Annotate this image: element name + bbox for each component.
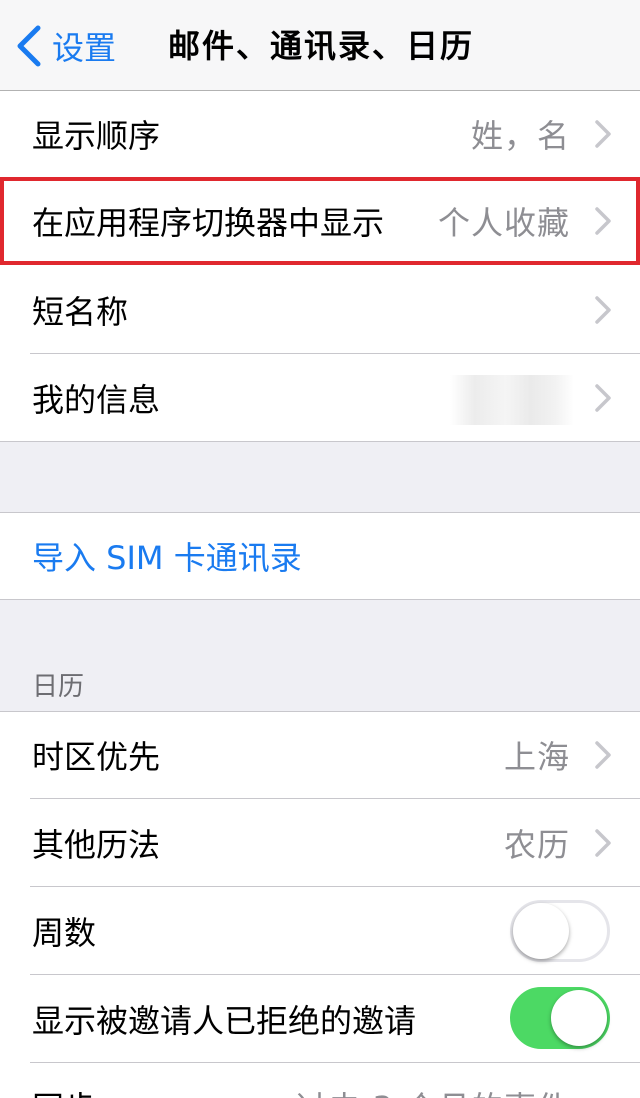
alternate-calendar-row[interactable]: 其他历法 农历	[0, 799, 640, 886]
alternate-calendar-value: 农历	[503, 825, 570, 864]
import-sim-contacts-label: 导入 SIM 卡通讯录	[32, 539, 302, 577]
alternate-calendar-label: 其他历法	[32, 825, 161, 864]
week-numbers-toggle[interactable]	[510, 900, 610, 962]
sync-value: 过去 3 个月的事件	[295, 1083, 570, 1098]
show-declined-invitees-toggle[interactable]	[510, 987, 610, 1049]
divider	[0, 599, 640, 600]
sync-label: 同步	[32, 1083, 96, 1098]
week-numbers-row: 周数	[0, 887, 640, 974]
navigation-bar: 设置 邮件、通讯录、日历	[0, 0, 640, 91]
short-name-label: 短名称	[32, 292, 129, 331]
week-numbers-label: 周数	[32, 913, 97, 952]
show-declined-invitees-label: 显示被邀请人已拒绝的邀请	[32, 1001, 417, 1040]
chevron-right-icon	[595, 828, 611, 857]
highlight-box	[0, 177, 640, 265]
timezone-override-value: 上海	[503, 738, 570, 776]
back-button-label: 设置	[52, 29, 117, 67]
back-button[interactable]: 设置	[14, 22, 116, 70]
timezone-override-row[interactable]: 时区优先 上海	[0, 712, 640, 798]
page-title: 邮件、通讯录、日历	[168, 27, 475, 65]
my-info-label: 我的信息	[32, 380, 161, 419]
chevron-right-icon	[595, 741, 611, 769]
short-name-row[interactable]: 短名称	[0, 266, 640, 353]
toggle-knob	[551, 990, 607, 1046]
chevron-right-icon	[595, 120, 611, 148]
chevron-right-icon	[595, 383, 611, 412]
redacted-value	[450, 375, 574, 425]
toggle-knob	[513, 903, 569, 959]
divider	[0, 441, 640, 442]
import-sim-contacts-row[interactable]: 导入 SIM 卡通讯录	[0, 513, 640, 599]
display-order-row[interactable]: 显示顺序 姓，名	[0, 91, 640, 177]
show-declined-invitees-row: 显示被邀请人已拒绝的邀请	[0, 975, 640, 1062]
timezone-override-label: 时区优先	[32, 738, 161, 776]
calendar-section-header: 日历	[32, 672, 85, 702]
display-order-value: 姓，名	[470, 117, 570, 155]
chevron-right-icon	[595, 295, 611, 324]
chevron-left-icon	[17, 25, 41, 67]
sync-row[interactable]: 同步 过去 3 个月的事件	[0, 1063, 640, 1098]
display-order-label: 显示顺序	[32, 117, 161, 155]
